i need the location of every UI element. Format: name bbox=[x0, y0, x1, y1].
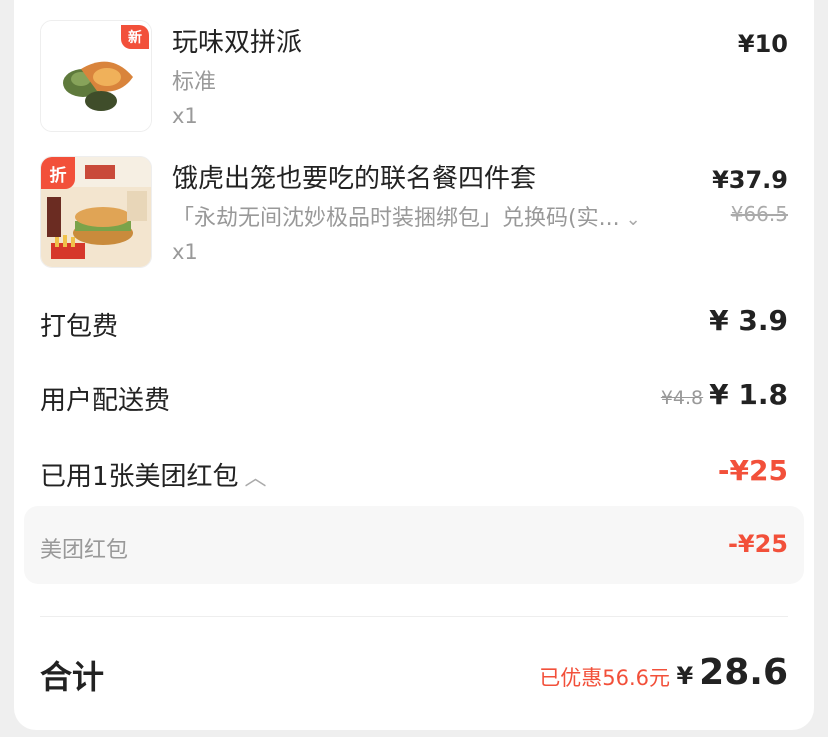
total-amount: ¥28.6 bbox=[676, 652, 788, 693]
item-original-price: ¥66.5 bbox=[730, 202, 788, 226]
delivery-fee-label: 用户配送费 bbox=[40, 386, 171, 416]
delivery-fee-row: 用户配送费 ¥4.8 ¥ 1.8 bbox=[40, 376, 788, 416]
chevron-up-icon[interactable]: ︿ bbox=[245, 466, 267, 491]
red-packet-toggle[interactable]: 已用1张美团红包 ︿ bbox=[40, 456, 267, 493]
product-image: 折 bbox=[40, 156, 152, 268]
delivery-fee-original: ¥4.8 bbox=[660, 387, 704, 409]
total-label: 合计 bbox=[40, 658, 105, 696]
item-name: 玩味双拼派 bbox=[172, 28, 303, 58]
discount-badge: 折 bbox=[41, 157, 75, 189]
red-packet-row[interactable]: 已用1张美团红包 ︿ -¥25 bbox=[40, 452, 788, 492]
item-name: 饿虎出笼也要吃的联名餐四件套 bbox=[172, 164, 537, 194]
item-spec[interactable]: 「永劫无间沈妙极品时装捆绑包」兑换码(实... ⌄ bbox=[172, 200, 641, 232]
packing-fee-label: 打包费 bbox=[40, 312, 119, 342]
product-image: 新 bbox=[40, 20, 152, 132]
item-spec: 标准 bbox=[172, 70, 217, 95]
item-quantity: x1 bbox=[172, 240, 198, 264]
total-value: 28.6 bbox=[699, 652, 788, 693]
delivery-fee-value: ¥4.8 ¥ 1.8 bbox=[661, 378, 788, 411]
red-packet-detail: 美团红包 -¥25 bbox=[24, 506, 804, 584]
currency-symbol: ¥ bbox=[676, 662, 694, 690]
delivery-fee-amount: ¥ 1.8 bbox=[709, 378, 788, 411]
red-packet-label: 已用1张美团红包 bbox=[40, 462, 239, 492]
item-spec-text: 「永劫无间沈妙极品时装捆绑包」兑换码(实... bbox=[172, 206, 620, 231]
packing-fee-row: 打包费 ¥ 3.9 bbox=[40, 302, 788, 342]
red-packet-value: -¥25 bbox=[717, 454, 788, 487]
order-item[interactable]: 新 玩味双拼派 标准 x1 ¥10 bbox=[40, 20, 788, 134]
item-price: ¥10 bbox=[737, 30, 788, 58]
red-packet-detail-value: -¥25 bbox=[727, 530, 788, 558]
order-item[interactable]: 折 饿虎出笼也要吃的联名餐四件套 「永劫无间沈妙极品时装捆绑包」兑换码(实...… bbox=[40, 156, 788, 270]
new-badge: 新 bbox=[121, 25, 149, 49]
chevron-down-icon[interactable]: ⌄ bbox=[626, 209, 641, 230]
item-quantity: x1 bbox=[172, 104, 198, 128]
packing-fee-value: ¥ 3.9 bbox=[709, 304, 788, 337]
saved-amount: 已优惠56.6元 bbox=[539, 666, 670, 690]
divider bbox=[40, 616, 788, 617]
red-packet-detail-label: 美团红包 bbox=[40, 538, 129, 563]
item-price: ¥37.9 bbox=[712, 166, 788, 194]
order-card: 新 玩味双拼派 标准 x1 ¥10 折 饿虎出笼也要吃的联名餐四件套 「永劫无间… bbox=[14, 0, 814, 730]
